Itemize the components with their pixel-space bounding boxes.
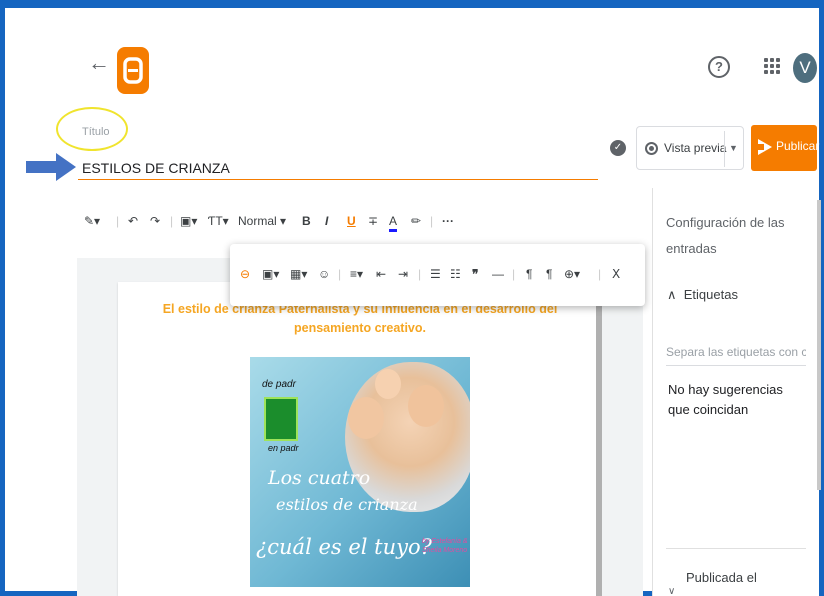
divider: | (116, 214, 120, 228)
chevron-down-icon[interactable]: ▼ (729, 143, 738, 153)
divider: | (170, 214, 174, 228)
sidebar-title: Configuración de las entradas (666, 215, 785, 256)
apps-grid-icon[interactable] (764, 58, 780, 74)
pointer-arrow-icon (26, 153, 76, 181)
align-icon[interactable]: ≡▾ (350, 266, 363, 282)
indent-increase-icon[interactable]: ⇥ (398, 266, 408, 282)
undo-icon[interactable]: ↶ (128, 213, 138, 229)
highlight-pen-icon[interactable]: ✏ (411, 213, 421, 229)
image-authors: by Estefanía & Sheila Moreno (422, 538, 468, 554)
emoji-icon[interactable]: ☺ (318, 266, 330, 282)
underline-button[interactable]: U (347, 213, 356, 229)
divider (666, 548, 806, 549)
language-globe-icon[interactable]: ⊕▾ (564, 266, 580, 282)
image-line-2: estilos de crianza (276, 495, 418, 514)
divider: | (512, 267, 516, 281)
preview-button[interactable]: Vista previa ▼ (636, 126, 744, 170)
window-logo-icon (264, 397, 298, 441)
image-line-3: ¿cuál es el tuyo? (256, 535, 432, 559)
post-image[interactable]: de padr en padr Los cuatro estilos de cr… (250, 357, 470, 587)
father-face (408, 385, 444, 427)
help-icon[interactable]: ? (708, 56, 730, 78)
publish-label: Publicar (776, 139, 820, 153)
quote-icon[interactable]: ❞ (472, 266, 478, 282)
labels-section-toggle[interactable]: ∧ Etiquetas (667, 287, 738, 303)
video-insert-icon[interactable]: ▦▾ (290, 266, 307, 282)
saved-cloud-icon: ✓ (610, 140, 626, 156)
ltr-icon[interactable]: ¶ (526, 266, 532, 282)
chevron-up-icon: ∧ (667, 287, 677, 302)
image-insert-icon[interactable]: ▣▾ (262, 266, 279, 282)
link-icon[interactable]: ⊖ (240, 266, 250, 282)
publish-button[interactable]: Publicar (751, 125, 820, 171)
editor-scrollbar[interactable] (596, 284, 602, 596)
divider: | (418, 267, 422, 281)
rtl-icon[interactable]: ¶ (546, 266, 552, 282)
italic-button[interactable]: I (325, 213, 328, 229)
send-icon (758, 139, 772, 155)
floating-toolbar: ⊖ ▣▾ ▦▾ ☺ | ≡▾ ⇤ ⇥ | ☰ ☷ ❞ — | ¶ ¶ ⊕▾ | … (230, 244, 645, 306)
title-label: Título (82, 126, 110, 138)
horizontal-rule-icon[interactable]: — (492, 266, 504, 282)
font-size-icon[interactable]: ƬT▾ (208, 213, 229, 229)
labels-input[interactable]: Separa las etiquetas con c... (666, 345, 806, 366)
blogger-b-icon (123, 57, 143, 84)
labels-section-title: Etiquetas (683, 287, 738, 302)
child-face (375, 369, 401, 399)
bulleted-list-icon[interactable]: ☷ (450, 266, 461, 282)
clear-format-icon[interactable]: Ⅹ (612, 266, 620, 282)
post-title-input[interactable] (78, 150, 598, 180)
image-text-top: de padr (262, 379, 296, 390)
strikethrough-button[interactable]: ∓ (368, 213, 378, 229)
preview-label: Vista previa (664, 141, 727, 155)
image-line-1: Los cuatro (268, 467, 371, 489)
image-text-logo: en padr (268, 443, 299, 453)
no-suggestions-text: No hay sugerencias que coincidan (668, 382, 783, 417)
indent-decrease-icon[interactable]: ⇤ (376, 266, 386, 282)
format-select[interactable]: Normal ▾ (238, 213, 286, 229)
text-color-button[interactable]: A (389, 213, 398, 232)
font-icon[interactable]: ▣▾ (180, 213, 197, 229)
redo-icon[interactable]: ↷ (150, 213, 160, 229)
format-label: Normal (238, 214, 277, 228)
divider: | (598, 267, 602, 281)
avatar[interactable]: V (793, 53, 817, 83)
divider (724, 131, 725, 167)
divider: | (430, 214, 434, 228)
mother-face (348, 397, 384, 439)
chevron-down-icon[interactable]: ∨ (668, 586, 675, 596)
numbered-list-icon[interactable]: ☰ (430, 266, 441, 282)
sidebar-scrollbar[interactable] (817, 200, 821, 490)
back-arrow-icon[interactable]: ← (88, 52, 110, 74)
eye-icon (645, 142, 658, 155)
editor-toolbar: ✎▾ | ↶ ↷ | ▣▾ ƬT▾ Normal ▾ B I U ∓ A ✏ |… (80, 205, 610, 237)
bold-button[interactable]: B (302, 213, 311, 229)
published-section-title[interactable]: Publicada el (686, 570, 757, 585)
more-options-button[interactable]: ··· (442, 213, 454, 229)
divider: | (338, 267, 342, 281)
blogger-logo[interactable] (117, 47, 149, 94)
pen-mode-icon[interactable]: ✎▾ (84, 213, 100, 229)
